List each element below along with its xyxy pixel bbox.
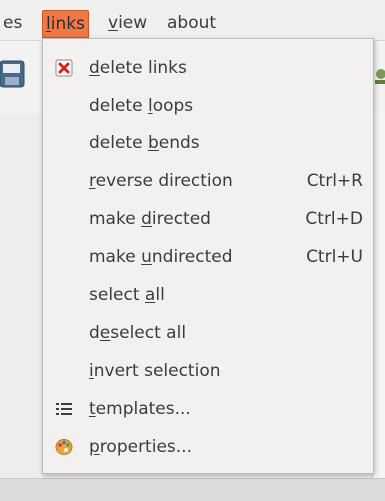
palette-icon [55,438,73,456]
menu-item-properties[interactable]: properties... [43,429,373,465]
menubar-item-partial[interactable]: es [0,10,25,36]
menu-item-deselect-all[interactable]: deselect all [43,315,373,351]
menubar-item-about[interactable]: about [164,10,219,36]
menu-item-label: make undirected [89,247,233,267]
menu-item-label: templates... [89,399,191,419]
menu-item-label: delete bends [89,133,200,153]
menu-item-label: deselect all [89,323,187,343]
menu-item-reverse-direction[interactable]: reverse direction Ctrl+R [43,163,373,199]
list-icon [55,400,73,418]
menu-item-shortcut: Ctrl+U [306,247,363,267]
menubar: es links view about [0,0,385,41]
menu-item-label: reverse direction [89,171,233,191]
menu-item-make-undirected[interactable]: make undirected Ctrl+U [43,239,373,275]
menu-item-shortcut: Ctrl+D [305,209,363,229]
menu-item-label: make directed [89,209,211,229]
background-status-bar [0,478,385,501]
menu-item-label: delete links [89,58,187,78]
menu-item-delete-loops[interactable]: delete loops [43,88,373,124]
menu-item-make-directed[interactable]: make directed Ctrl+D [43,201,373,237]
menu-item-label: select all [89,285,165,305]
menu-item-label: properties... [89,437,192,457]
menubar-item-links[interactable]: links [42,10,89,38]
menu-item-label: delete loops [89,96,194,116]
menu-item-invert-selection[interactable]: invert selection [43,353,373,389]
menu-item-select-all[interactable]: select all [43,277,373,313]
menubar-item-view[interactable]: view [105,10,150,36]
links-dropdown-menu: delete links delete loops delete bends reve… [42,38,374,474]
menu-item-shortcut: Ctrl+R [306,171,363,191]
save-icon[interactable] [0,55,26,93]
menu-item-delete-links[interactable]: delete links [43,50,373,86]
menu-item-delete-bends[interactable]: delete bends [43,125,373,161]
menu-item-label: invert selection [89,361,221,381]
delete-icon [55,59,73,77]
menu-item-templates[interactable]: templates... [43,391,373,427]
